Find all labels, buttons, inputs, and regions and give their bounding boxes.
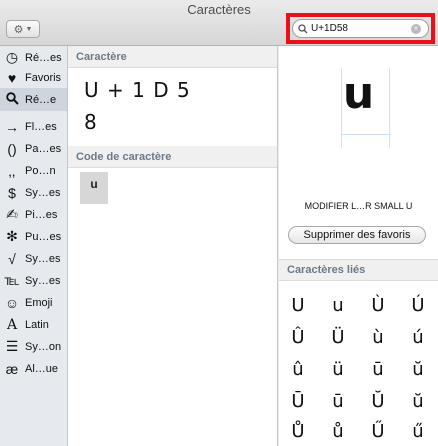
title-bar: Caractères ⚙ ▼ ×: [0, 0, 438, 46]
related-char[interactable]: ű: [399, 416, 437, 446]
category-sidebar: ◷ Ré…es ♥ Favoris Ré…e → Fl…es () Pa…es …: [0, 46, 68, 446]
sidebar-item-latin[interactable]: A Latin: [0, 313, 67, 336]
sequence-line-2[interactable]: 8: [84, 110, 98, 134]
related-char[interactable]: Û: [279, 322, 317, 354]
sidebar-item-label: Po…n: [25, 164, 56, 177]
related-char[interactable]: u: [319, 290, 357, 322]
sidebar-item-punctuation[interactable]: ‚, Po…n: [0, 159, 67, 182]
heart-icon: ♥: [7, 69, 17, 86]
related-chars-grid: U u Ù Ú Û Ü ù ú û ü ū ŭ Ū ū Ŭ ŭ Ů ů Ű ű: [279, 282, 438, 446]
sidebar-item-pictographs[interactable]: ✍ Pi…es: [0, 203, 67, 226]
sidebar-item-label: Sy…es: [25, 252, 61, 265]
sidebar-item-parentheses[interactable]: () Pa…es: [0, 137, 67, 160]
sidebar-item-letterlike-symbols[interactable]: ℡ Sy…es: [0, 269, 67, 292]
punctuation-icon: ‚,: [8, 162, 16, 179]
sidebar-item-label: Favoris: [25, 71, 62, 84]
sidebar-item-symbols[interactable]: ☰ Sy…on: [0, 335, 67, 358]
related-char[interactable]: ů: [319, 416, 357, 446]
sidebar-item-label: Latin: [25, 318, 49, 331]
related-char[interactable]: Ü: [319, 322, 357, 354]
sidebar-item-label: Ré…es: [25, 51, 62, 64]
character-sequence-panel: Caractère U + 1 D 5 8 Code de caractère …: [68, 46, 278, 446]
search-input[interactable]: [311, 23, 411, 34]
ae-icon: æ: [5, 360, 19, 377]
sidebar-item-search-results[interactable]: Ré…e: [0, 88, 67, 111]
search-icon: [298, 23, 308, 34]
sidebar-item-alphabetic[interactable]: æ Al…ue: [0, 357, 67, 380]
math-icon: √: [8, 250, 16, 267]
sidebar-item-label: Pa…es: [25, 142, 62, 155]
sidebar-item-label: Sy…on: [25, 340, 62, 353]
sidebar-item-emoji[interactable]: ☺ Emoji: [0, 291, 67, 314]
sidebar-item-label: Sy…es: [25, 274, 61, 287]
related-char[interactable]: ù: [359, 322, 397, 354]
action-menu-button[interactable]: ⚙ ▼: [6, 20, 40, 38]
search-field[interactable]: ×: [292, 19, 429, 38]
preview-glyph: u: [342, 68, 375, 119]
related-char[interactable]: Ű: [359, 416, 397, 446]
related-char[interactable]: ū: [359, 354, 397, 386]
sidebar-item-label: Emoji: [25, 296, 53, 309]
sidebar-item-label: Pu…es: [25, 230, 62, 243]
sidebar-item-label: Al…ue: [25, 362, 59, 375]
sidebar-item-label: Pi…es: [25, 208, 58, 221]
latin-icon: A: [6, 316, 18, 333]
remove-favorite-button[interactable]: Supprimer des favoris: [288, 226, 426, 244]
related-char[interactable]: ŭ: [399, 386, 437, 418]
sidebar-item-favorites[interactable]: ♥ Favoris: [0, 66, 67, 89]
clear-search-icon[interactable]: ×: [411, 23, 421, 34]
related-char[interactable]: ū: [319, 386, 357, 418]
sidebar-item-bullets[interactable]: ✻ Pu…es: [0, 225, 67, 248]
character-detail-panel: u MODIFIER L…R SMALL U Supprimer des fav…: [279, 46, 438, 446]
sidebar-item-label: Fl…es: [25, 120, 57, 133]
currency-icon: $: [8, 184, 16, 201]
search-icon: [2, 91, 22, 108]
sidebar-item-math-symbols[interactable]: √ Sy…es: [0, 247, 67, 270]
sidebar-item-label: Sy…es: [25, 186, 61, 199]
related-char[interactable]: ü: [319, 354, 357, 386]
character-section-header: Caractère: [68, 46, 277, 68]
sidebar-item-label: Ré…e: [25, 93, 57, 106]
code-section-header: Code de caractère: [68, 146, 277, 168]
chevron-down-icon: ▼: [25, 25, 33, 33]
pictograph-icon: ✍: [6, 206, 18, 222]
code-char-tile[interactable]: u: [80, 172, 108, 204]
letterlike-icon: ℡: [4, 272, 20, 288]
parentheses-icon: (): [7, 140, 17, 157]
gear-icon: ⚙: [13, 23, 24, 36]
clock-icon: ◷: [5, 49, 19, 65]
bullet-icon: ✻: [6, 228, 18, 244]
sidebar-item-currency[interactable]: $ Sy…es: [0, 181, 67, 204]
emoji-icon: ☺: [4, 294, 20, 311]
related-char[interactable]: Ú: [399, 290, 437, 322]
list-icon: ☰: [5, 338, 19, 354]
related-char[interactable]: Ū: [279, 386, 317, 418]
arrow-icon: →: [5, 118, 19, 135]
related-char[interactable]: Ŭ: [359, 386, 397, 418]
baseline-guide: [341, 134, 391, 135]
related-char[interactable]: Ù: [359, 290, 397, 322]
related-char[interactable]: û: [279, 354, 317, 386]
glyph-preview: u MODIFIER L…R SMALL U Supprimer des fav…: [279, 46, 438, 246]
sidebar-item-arrows[interactable]: → Fl…es: [0, 115, 67, 138]
related-chars-header: Caractères liés: [279, 259, 438, 281]
related-char[interactable]: ŭ: [399, 354, 437, 386]
sequence-line-1[interactable]: U + 1 D 5: [84, 78, 191, 102]
related-char[interactable]: ú: [399, 322, 437, 354]
related-char[interactable]: Ů: [279, 416, 317, 446]
related-char[interactable]: U: [279, 290, 317, 322]
character-name: MODIFIER L…R SMALL U: [304, 201, 413, 211]
